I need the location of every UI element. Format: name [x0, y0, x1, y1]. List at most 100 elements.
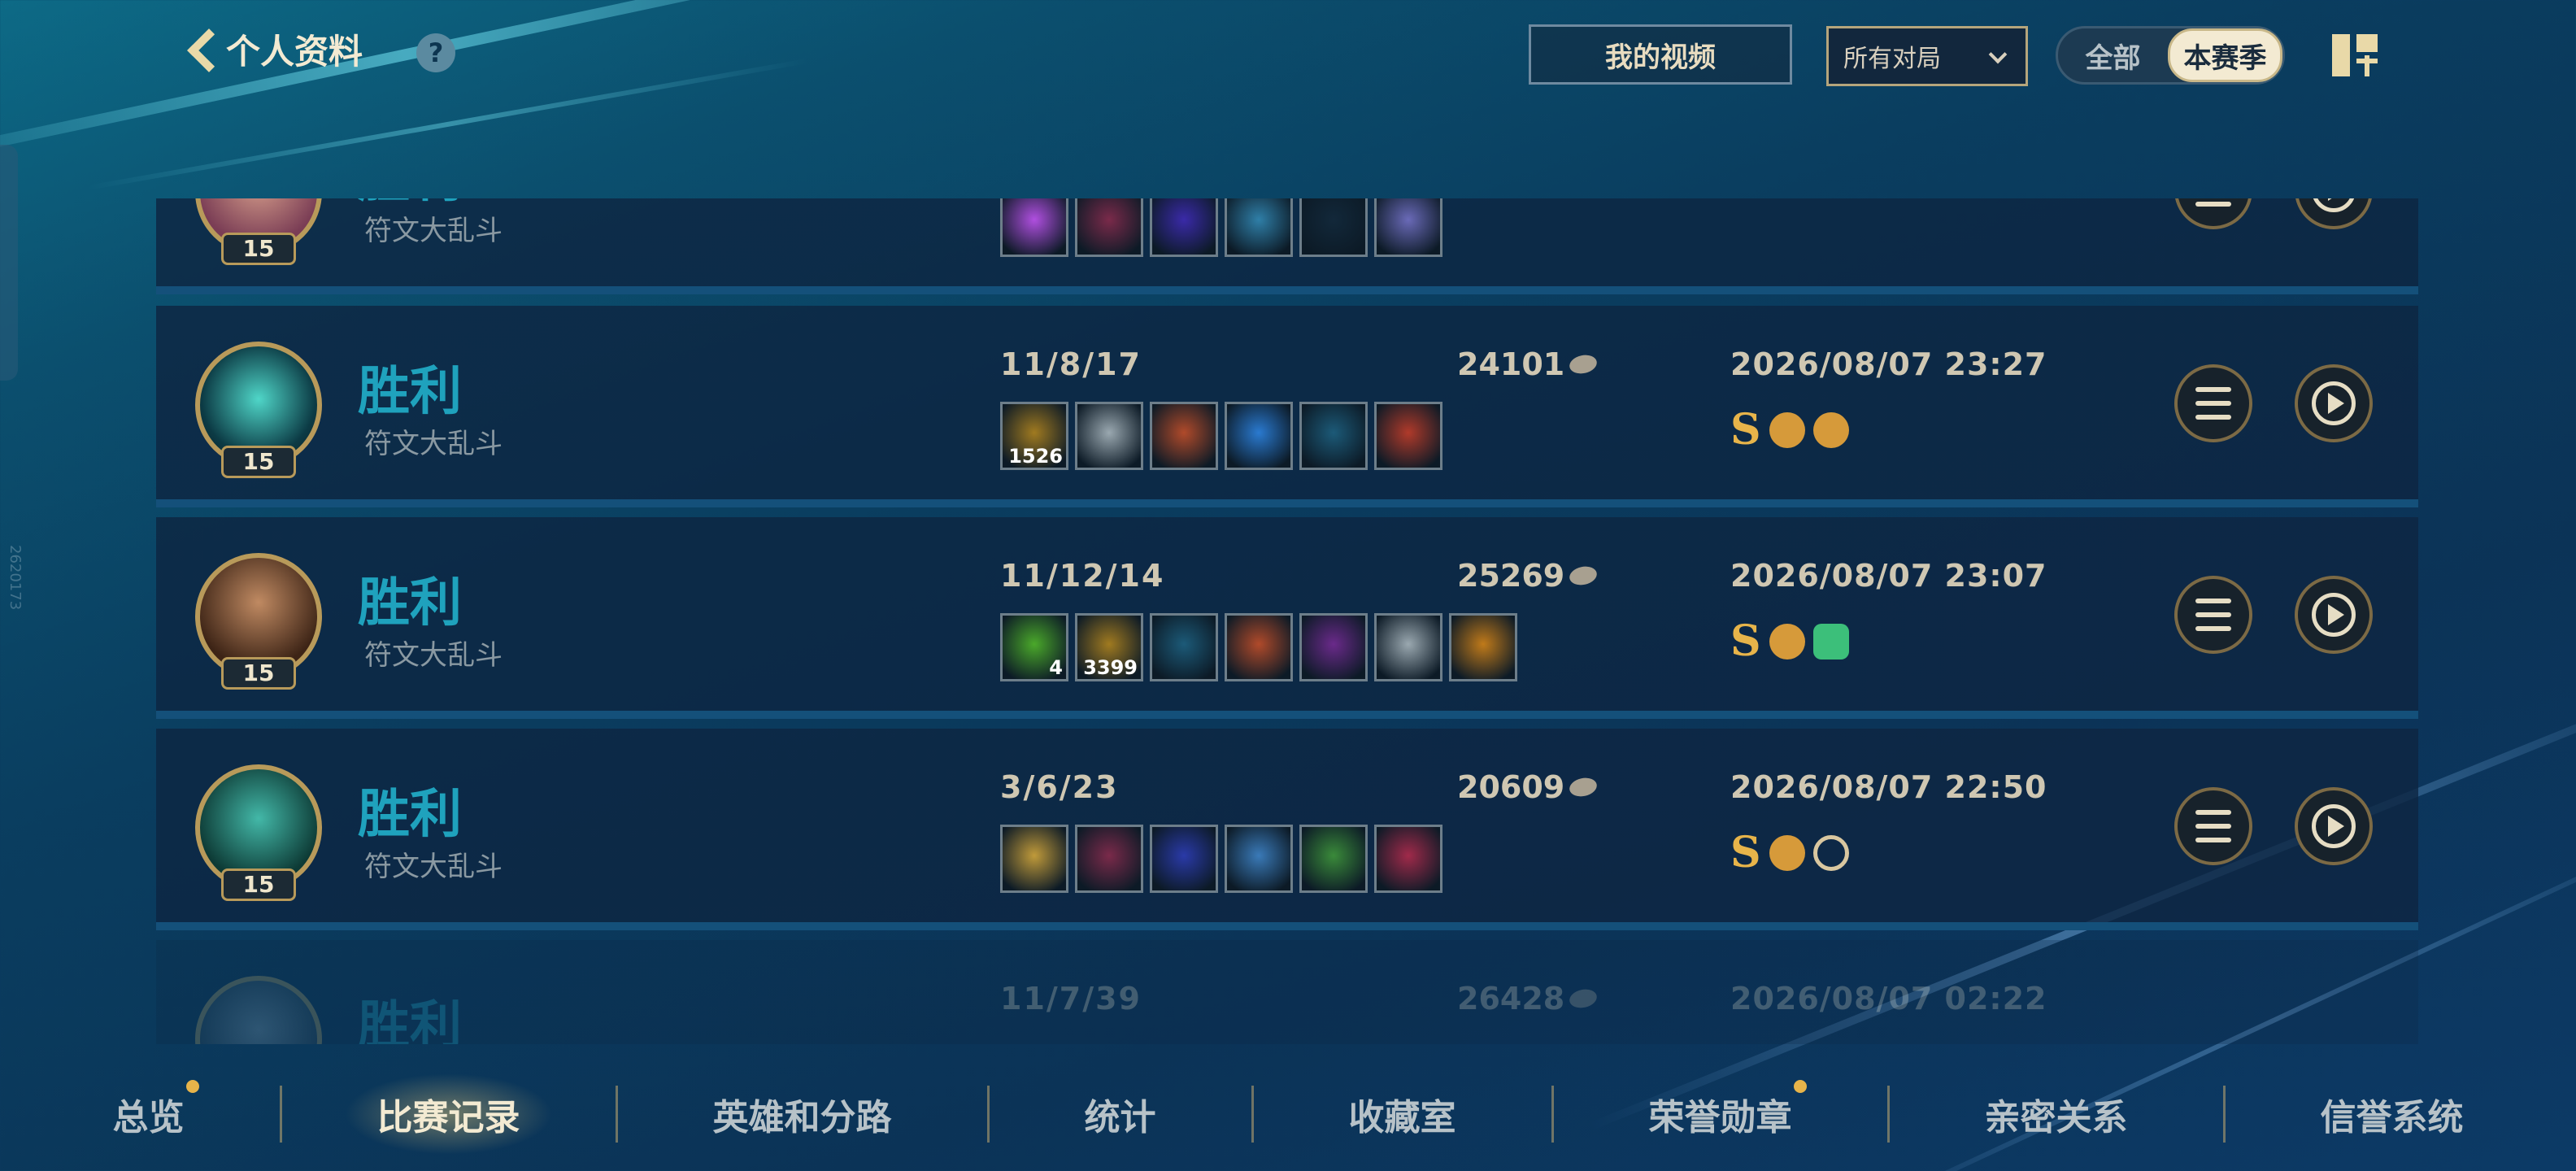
match-detail-button[interactable] [2174, 364, 2252, 442]
item-slot[interactable] [1225, 402, 1293, 470]
item-slot[interactable] [1150, 402, 1218, 470]
tab-2[interactable]: 英雄和分路 [681, 1073, 925, 1155]
tab-label: 比赛记录 [376, 1097, 520, 1138]
tab-label: 统计 [1084, 1097, 1156, 1138]
item-slot[interactable] [1374, 613, 1442, 681]
item-slot[interactable] [1150, 198, 1218, 257]
tab-label: 收藏室 [1348, 1097, 1456, 1138]
s-grade-badge: S [1730, 405, 1761, 455]
item-slot[interactable] [1150, 825, 1218, 893]
item-slot[interactable] [1075, 825, 1143, 893]
help-icon[interactable]: ? [416, 33, 455, 72]
item-slot[interactable]: 1526 [1000, 402, 1068, 470]
back-button[interactable]: 个人资料 [185, 24, 363, 74]
match-row[interactable]: 15 胜利 符文大乱斗 11/12/14 25269 4 3399 2026/08/07 23… [156, 517, 2418, 719]
tab-5[interactable]: 荣誉勋章 [1617, 1073, 1825, 1155]
match-date: 2026/08/07 22:50 [1730, 769, 2047, 805]
tab-6[interactable]: 亲密关系 [1952, 1073, 2160, 1155]
match-result: 胜利 [358, 996, 462, 1044]
match-badges: S [1730, 405, 1849, 455]
match-row[interactable]: 15 胜利 符文大乱斗 11/8/17 24101 1526 2026/08/07 23:2… [156, 306, 2418, 507]
tab-divider [2222, 1086, 2226, 1143]
header: 个人资料 ? 我的视频 所有对局 全部 本赛季 [0, 0, 2576, 106]
replay-icon [2312, 198, 2356, 212]
item-build [1000, 825, 1442, 893]
tab-divider [1886, 1086, 1890, 1143]
match-result: 胜利 [358, 785, 462, 845]
item-slot[interactable] [1299, 825, 1368, 893]
item-slot[interactable]: 4 [1000, 613, 1068, 681]
champion-avatar [195, 976, 322, 1044]
tab-divider [279, 1086, 282, 1143]
notification-dot [185, 1080, 199, 1093]
item-slot[interactable] [1225, 613, 1293, 681]
item-slot[interactable] [1000, 825, 1068, 893]
timer-badge-icon [1812, 834, 1849, 871]
item-slot[interactable] [1299, 198, 1368, 257]
item-slot[interactable] [1374, 198, 1442, 257]
coin-icon [1568, 986, 1599, 1011]
tab-7[interactable]: 信誉系统 [2288, 1073, 2496, 1155]
replay-button[interactable] [2295, 364, 2373, 442]
item-slot[interactable] [1150, 613, 1218, 681]
champion-level: 15 [221, 657, 296, 690]
replay-button[interactable] [2295, 787, 2373, 865]
match-detail-button[interactable] [2174, 787, 2252, 865]
match-result: 胜利 [358, 573, 462, 633]
tab-label: 信誉系统 [2320, 1097, 2464, 1138]
match-row[interactable]: 胜利MVP11/7/39264282026/08/07 02:22 [156, 940, 2418, 1044]
toggle-season[interactable]: 本赛季 [2168, 28, 2282, 82]
match-detail-button[interactable] [2174, 576, 2252, 654]
match-date: 2026/08/07 02:22 [1730, 981, 2047, 1016]
match-date: 2026/08/07 23:07 [1730, 558, 2047, 594]
item-build: 4 3399 [1000, 613, 1517, 681]
item-slot[interactable] [1075, 402, 1143, 470]
item-stack-count: 3399 [1083, 656, 1138, 679]
bottom-tab-bar: 总览 比赛记录 英雄和分路 统计 收藏室 荣誉勋章 亲密关系 信誉系统 [0, 1057, 2576, 1171]
kda: 11/8/17 [1000, 346, 1142, 382]
match-filter-value: 所有对局 [1843, 45, 1941, 73]
list-icon [2195, 810, 2231, 842]
item-slot[interactable]: 3399 [1075, 613, 1143, 681]
replay-icon [2312, 593, 2356, 637]
list-icon [2195, 599, 2231, 631]
tab-0[interactable]: 总览 [80, 1073, 217, 1155]
game-mode: 符文大乱斗 [364, 851, 503, 883]
my-videos-button[interactable]: 我的视频 [1529, 24, 1792, 85]
match-history-list[interactable]: 15胜利符文大乱斗15胜利符文大乱斗11/8/172410115262026/0… [156, 198, 2418, 1044]
item-slot[interactable] [1449, 613, 1517, 681]
match-filter-select[interactable]: 所有对局 [1826, 26, 2028, 86]
honor-badge-icon [1769, 623, 1805, 660]
gold-value: 20609 [1457, 769, 1565, 805]
item-slot[interactable] [1299, 613, 1368, 681]
item-slot[interactable] [1225, 198, 1293, 257]
item-slot[interactable] [1299, 402, 1368, 470]
replay-button[interactable] [2295, 576, 2373, 654]
tab-4[interactable]: 收藏室 [1316, 1073, 1489, 1155]
gold-value: 26428 [1457, 981, 1565, 1016]
match-row[interactable]: 15胜利符文大乱斗 [156, 198, 2418, 294]
side-drawer-handle[interactable] [0, 145, 18, 381]
list-icon [2195, 387, 2231, 420]
tab-1[interactable]: 比赛记录 [344, 1073, 553, 1155]
coin-icon [1568, 352, 1599, 377]
item-slot[interactable] [1000, 198, 1068, 257]
item-slot[interactable] [1075, 198, 1143, 257]
tab-3[interactable]: 统计 [1052, 1073, 1189, 1155]
match-detail-button[interactable] [2174, 198, 2252, 229]
item-build [1000, 198, 1442, 257]
toggle-all[interactable]: 全部 [2058, 28, 2168, 82]
item-slot[interactable] [1225, 825, 1293, 893]
heal-badge-icon [1812, 623, 1849, 660]
match-row[interactable]: 15 胜利 符文大乱斗 3/6/23 20609 2026/08/07 22:50 S [156, 729, 2418, 930]
layout-switch-icon[interactable] [2332, 34, 2378, 76]
item-slot[interactable] [1374, 402, 1442, 470]
tab-divider [1551, 1086, 1554, 1143]
item-slot[interactable] [1374, 825, 1442, 893]
list-icon [2195, 198, 2231, 207]
gold-value: 25269 [1457, 558, 1565, 594]
season-toggle[interactable]: 全部 本赛季 [2056, 26, 2285, 85]
champion-level: 15 [221, 233, 296, 265]
replay-button[interactable] [2295, 198, 2373, 229]
tab-label: 荣誉勋章 [1648, 1097, 1792, 1138]
